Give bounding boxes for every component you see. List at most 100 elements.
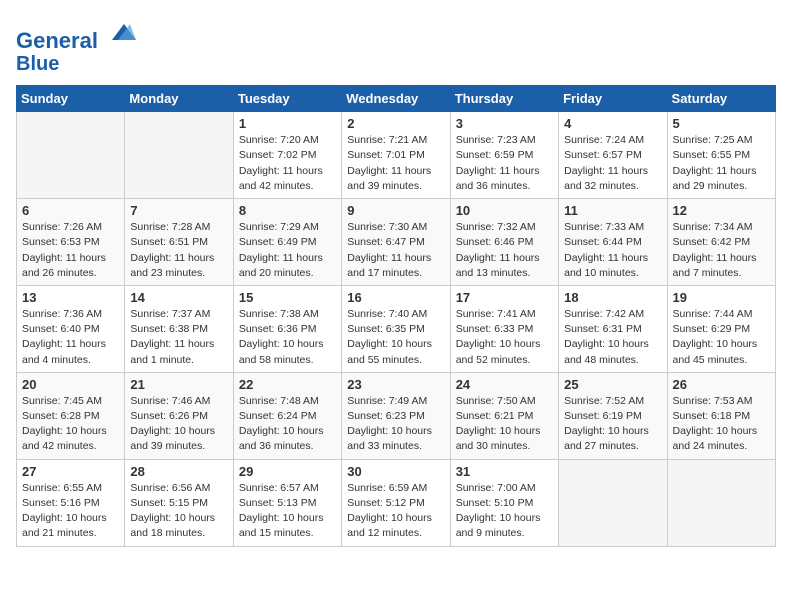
day-info: Sunrise: 7:21 AMSunset: 7:01 PMDaylight:…	[347, 133, 444, 194]
day-info: Sunrise: 7:42 AMSunset: 6:31 PMDaylight:…	[564, 307, 661, 368]
day-info: Sunrise: 7:45 AMSunset: 6:28 PMDaylight:…	[22, 394, 119, 455]
col-header-wednesday: Wednesday	[342, 86, 450, 112]
calendar-cell: 19 Sunrise: 7:44 AMSunset: 6:29 PMDayligh…	[667, 285, 775, 372]
calendar-cell: 23 Sunrise: 7:49 AMSunset: 6:23 PMDayligh…	[342, 372, 450, 459]
calendar-cell: 28Sunrise: 6:56 AMSunset: 5:15 PMDayligh…	[125, 459, 233, 546]
day-info: Sunrise: 7:00 AMSunset: 5:10 PMDaylight:…	[456, 481, 553, 542]
day-number: 30	[347, 464, 444, 479]
calendar-cell	[17, 112, 125, 199]
calendar-cell: 20 Sunrise: 7:45 AMSunset: 6:28 PMDayligh…	[17, 372, 125, 459]
calendar-cell: 26 Sunrise: 7:53 AMSunset: 6:18 PMDayligh…	[667, 372, 775, 459]
day-info: Sunrise: 7:29 AMSunset: 6:49 PMDaylight:…	[239, 220, 336, 281]
calendar-cell: 11Sunrise: 7:33 AMSunset: 6:44 PMDayligh…	[559, 199, 667, 286]
logo-icon	[108, 16, 140, 48]
day-info: Sunrise: 7:20 AMSunset: 7:02 PMDaylight:…	[239, 133, 336, 194]
day-number: 19	[673, 290, 770, 305]
calendar-cell: 17Sunrise: 7:41 AMSunset: 6:33 PMDayligh…	[450, 285, 558, 372]
day-info: Sunrise: 7:23 AMSunset: 6:59 PMDaylight:…	[456, 133, 553, 194]
logo-blue: Blue	[16, 53, 140, 75]
day-info: Sunrise: 7:28 AMSunset: 6:51 PMDaylight:…	[130, 220, 227, 281]
calendar-cell: 29Sunrise: 6:57 AMSunset: 5:13 PMDayligh…	[233, 459, 341, 546]
calendar-cell: 21 Sunrise: 7:46 AMSunset: 6:26 PMDayligh…	[125, 372, 233, 459]
calendar-cell: 6 Sunrise: 7:26 AMSunset: 6:53 PMDaylight…	[17, 199, 125, 286]
day-info: Sunrise: 7:36 AMSunset: 6:40 PMDaylight:…	[22, 307, 119, 368]
calendar-cell: 14Sunrise: 7:37 AMSunset: 6:38 PMDayligh…	[125, 285, 233, 372]
day-info: Sunrise: 7:53 AMSunset: 6:18 PMDaylight:…	[673, 394, 770, 455]
day-number: 7	[130, 203, 227, 218]
day-info: Sunrise: 7:38 AMSunset: 6:36 PMDaylight:…	[239, 307, 336, 368]
calendar-body: 1 Sunrise: 7:20 AMSunset: 7:02 PMDaylight…	[17, 112, 776, 546]
day-info: Sunrise: 6:59 AMSunset: 5:12 PMDaylight:…	[347, 481, 444, 542]
day-number: 9	[347, 203, 444, 218]
day-info: Sunrise: 7:26 AMSunset: 6:53 PMDaylight:…	[22, 220, 119, 281]
calendar-cell: 7 Sunrise: 7:28 AMSunset: 6:51 PMDaylight…	[125, 199, 233, 286]
day-info: Sunrise: 7:32 AMSunset: 6:46 PMDaylight:…	[456, 220, 553, 281]
calendar-cell: 15 Sunrise: 7:38 AMSunset: 6:36 PMDayligh…	[233, 285, 341, 372]
calendar-cell	[559, 459, 667, 546]
calendar-cell: 12 Sunrise: 7:34 AMSunset: 6:42 PMDayligh…	[667, 199, 775, 286]
day-number: 13	[22, 290, 119, 305]
day-info: Sunrise: 7:34 AMSunset: 6:42 PMDaylight:…	[673, 220, 770, 281]
day-number: 27	[22, 464, 119, 479]
col-header-sunday: Sunday	[17, 86, 125, 112]
col-header-monday: Monday	[125, 86, 233, 112]
day-info: Sunrise: 7:49 AMSunset: 6:23 PMDaylight:…	[347, 394, 444, 455]
calendar-week-row: 20 Sunrise: 7:45 AMSunset: 6:28 PMDayligh…	[17, 372, 776, 459]
calendar-cell: 31 Sunrise: 7:00 AMSunset: 5:10 PMDayligh…	[450, 459, 558, 546]
calendar-cell: 9 Sunrise: 7:30 AMSunset: 6:47 PMDaylight…	[342, 199, 450, 286]
day-info: Sunrise: 7:46 AMSunset: 6:26 PMDaylight:…	[130, 394, 227, 455]
day-info: Sunrise: 7:44 AMSunset: 6:29 PMDaylight:…	[673, 307, 770, 368]
calendar-cell: 8Sunrise: 7:29 AMSunset: 6:49 PMDaylight…	[233, 199, 341, 286]
day-info: Sunrise: 7:30 AMSunset: 6:47 PMDaylight:…	[347, 220, 444, 281]
logo-general: General	[16, 28, 98, 53]
calendar-cell: 13 Sunrise: 7:36 AMSunset: 6:40 PMDayligh…	[17, 285, 125, 372]
day-number: 6	[22, 203, 119, 218]
calendar-cell: 3Sunrise: 7:23 AMSunset: 6:59 PMDaylight…	[450, 112, 558, 199]
calendar-week-row: 13 Sunrise: 7:36 AMSunset: 6:40 PMDayligh…	[17, 285, 776, 372]
day-number: 24	[456, 377, 553, 392]
day-number: 31	[456, 464, 553, 479]
day-number: 2	[347, 116, 444, 131]
day-number: 11	[564, 203, 661, 218]
col-header-friday: Friday	[559, 86, 667, 112]
calendar-table: SundayMondayTuesdayWednesdayThursdayFrid…	[16, 85, 776, 546]
col-header-saturday: Saturday	[667, 86, 775, 112]
calendar-header-row: SundayMondayTuesdayWednesdayThursdayFrid…	[17, 86, 776, 112]
col-header-thursday: Thursday	[450, 86, 558, 112]
day-number: 22	[239, 377, 336, 392]
day-info: Sunrise: 7:52 AMSunset: 6:19 PMDaylight:…	[564, 394, 661, 455]
day-number: 15	[239, 290, 336, 305]
calendar-cell: 1 Sunrise: 7:20 AMSunset: 7:02 PMDaylight…	[233, 112, 341, 199]
calendar-cell: 18Sunrise: 7:42 AMSunset: 6:31 PMDayligh…	[559, 285, 667, 372]
calendar-week-row: 6 Sunrise: 7:26 AMSunset: 6:53 PMDaylight…	[17, 199, 776, 286]
day-info: Sunrise: 7:48 AMSunset: 6:24 PMDaylight:…	[239, 394, 336, 455]
calendar-cell: 27 Sunrise: 6:55 AMSunset: 5:16 PMDayligh…	[17, 459, 125, 546]
day-number: 20	[22, 377, 119, 392]
day-info: Sunrise: 7:40 AMSunset: 6:35 PMDaylight:…	[347, 307, 444, 368]
calendar-cell: 2 Sunrise: 7:21 AMSunset: 7:01 PMDaylight…	[342, 112, 450, 199]
calendar-cell	[125, 112, 233, 199]
day-number: 28	[130, 464, 227, 479]
page-header: General Blue	[16, 16, 776, 75]
calendar-week-row: 27 Sunrise: 6:55 AMSunset: 5:16 PMDayligh…	[17, 459, 776, 546]
calendar-cell: 30 Sunrise: 6:59 AMSunset: 5:12 PMDayligh…	[342, 459, 450, 546]
calendar-cell: 4Sunrise: 7:24 AMSunset: 6:57 PMDaylight…	[559, 112, 667, 199]
day-number: 14	[130, 290, 227, 305]
day-number: 21	[130, 377, 227, 392]
day-number: 10	[456, 203, 553, 218]
calendar-cell: 5Sunrise: 7:25 AMSunset: 6:55 PMDaylight…	[667, 112, 775, 199]
day-number: 12	[673, 203, 770, 218]
calendar-cell	[667, 459, 775, 546]
day-number: 17	[456, 290, 553, 305]
logo: General Blue	[16, 16, 140, 75]
day-number: 16	[347, 290, 444, 305]
day-info: Sunrise: 6:55 AMSunset: 5:16 PMDaylight:…	[22, 481, 119, 542]
day-number: 26	[673, 377, 770, 392]
col-header-tuesday: Tuesday	[233, 86, 341, 112]
day-number: 1	[239, 116, 336, 131]
day-number: 23	[347, 377, 444, 392]
day-info: Sunrise: 6:57 AMSunset: 5:13 PMDaylight:…	[239, 481, 336, 542]
calendar-week-row: 1 Sunrise: 7:20 AMSunset: 7:02 PMDaylight…	[17, 112, 776, 199]
day-info: Sunrise: 7:25 AMSunset: 6:55 PMDaylight:…	[673, 133, 770, 194]
calendar-cell: 25Sunrise: 7:52 AMSunset: 6:19 PMDayligh…	[559, 372, 667, 459]
